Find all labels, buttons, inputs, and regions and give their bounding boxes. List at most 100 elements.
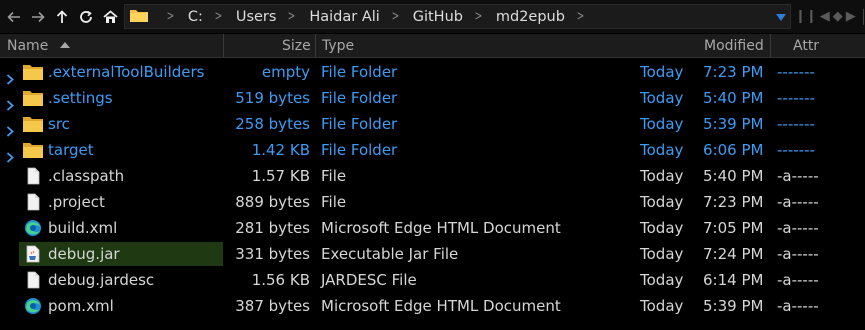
file-type: File Folder bbox=[321, 89, 398, 107]
modified-day: Today bbox=[640, 297, 684, 315]
file-row[interactable]: build.xml 281 bytes Microsoft Edge HTML Do… bbox=[0, 215, 865, 241]
breadcrumb-drive[interactable]: C: bbox=[188, 9, 203, 25]
folder-icon bbox=[22, 63, 44, 81]
folder-row[interactable]: .externalToolBuilders empty File Folder Tod… bbox=[0, 59, 865, 85]
folder-row[interactable]: src 258 bytes File Folder Today 5:39 PM -----… bbox=[0, 111, 865, 137]
view-controls: ❙❙ ◀ ◆ ▶ ❙❙ bbox=[795, 0, 865, 33]
file-row[interactable]: debug.jar 331 bytes Executable Jar File Tod… bbox=[0, 241, 865, 267]
file-attributes: -a----- bbox=[777, 219, 819, 237]
file-size: 387 bytes bbox=[235, 297, 310, 315]
modified-time: 5:40 PM bbox=[703, 167, 764, 185]
file-row[interactable]: debug.jardesc 1.56 KB JARDESC File Today 6:1… bbox=[0, 267, 865, 293]
file-name: pom.xml bbox=[48, 297, 114, 315]
file-name: .externalToolBuilders bbox=[48, 63, 205, 81]
pause-icon[interactable]: ❙❙ bbox=[795, 9, 817, 24]
file-size: 889 bytes bbox=[235, 193, 310, 211]
modified-day: Today bbox=[640, 63, 684, 81]
back-button[interactable] bbox=[2, 0, 26, 33]
folder-icon bbox=[22, 115, 44, 133]
file-size: 1.57 KB bbox=[251, 167, 310, 185]
refresh-button[interactable] bbox=[74, 0, 98, 33]
file-attributes: -a----- bbox=[777, 167, 819, 185]
modified-day: Today bbox=[640, 193, 684, 211]
folder-row[interactable]: .settings 519 bytes File Folder Today 5:40 P… bbox=[0, 85, 865, 111]
chevron-left-icon[interactable]: ◀ bbox=[820, 9, 830, 24]
file-type: Microsoft Edge HTML Document bbox=[321, 219, 561, 237]
file-name: .project bbox=[48, 193, 105, 211]
modified-time: 7:23 PM bbox=[703, 63, 764, 81]
column-header: Name Size Type Modified Attr bbox=[0, 34, 865, 58]
modified-day: Today bbox=[640, 89, 684, 107]
file-attributes: ------- bbox=[777, 63, 815, 81]
breadcrumb-md2epub[interactable]: md2epub bbox=[496, 9, 565, 25]
column-name[interactable]: Name bbox=[7, 34, 48, 58]
file-type: File Folder bbox=[321, 115, 398, 133]
file-size: 281 bytes bbox=[235, 219, 310, 237]
edge-icon bbox=[22, 219, 44, 237]
file-attributes: -a----- bbox=[777, 271, 819, 289]
file-row[interactable]: pom.xml 387 bytes Microsoft Edge HTML Docu… bbox=[0, 293, 865, 319]
address-dropdown-icon[interactable] bbox=[776, 14, 786, 21]
file-name: .classpath bbox=[48, 167, 125, 185]
chevron-right-icon: > bbox=[166, 9, 175, 24]
file-size: 331 bytes bbox=[235, 245, 310, 263]
column-attr[interactable]: Attr bbox=[793, 34, 819, 58]
address-bar[interactable]: > C: > Users > Haidar Ali > GitHub > md2… bbox=[124, 4, 791, 29]
modified-time: 7:23 PM bbox=[703, 193, 764, 211]
file-size: 1.56 KB bbox=[251, 271, 310, 289]
chevron-right-icon: > bbox=[391, 9, 400, 24]
modified-time: 7:24 PM bbox=[703, 245, 764, 263]
file-row[interactable]: .project 889 bytes File Today 7:23 PM -a----- bbox=[0, 189, 865, 215]
breadcrumb-user[interactable]: Haidar Ali bbox=[309, 9, 379, 25]
file-attributes: ------- bbox=[777, 89, 815, 107]
file-name: debug.jardesc bbox=[48, 271, 155, 289]
file-attributes: -a----- bbox=[777, 245, 819, 263]
chevron-right-icon: > bbox=[474, 9, 483, 24]
breadcrumb-github[interactable]: GitHub bbox=[413, 9, 463, 25]
modified-time: 6:14 PM bbox=[703, 271, 764, 289]
folder-icon bbox=[129, 7, 149, 27]
column-size[interactable]: Size bbox=[282, 34, 311, 58]
arrow-left-icon bbox=[7, 10, 21, 24]
chevron-right-icon[interactable]: ▶ bbox=[846, 9, 856, 24]
blank-file-icon bbox=[22, 271, 44, 289]
column-modified[interactable]: Modified bbox=[704, 34, 764, 58]
file-name: .settings bbox=[48, 89, 113, 107]
file-name: src bbox=[48, 115, 70, 133]
diamond-icon[interactable]: ◆ bbox=[833, 9, 843, 24]
file-type: JARDESC File bbox=[321, 271, 417, 289]
file-size: 1.42 KB bbox=[251, 141, 310, 159]
forward-button[interactable] bbox=[26, 0, 50, 33]
column-type[interactable]: Type bbox=[322, 34, 354, 58]
file-type: File bbox=[321, 193, 347, 211]
refresh-icon bbox=[79, 10, 93, 24]
breadcrumb-users[interactable]: Users bbox=[236, 9, 277, 25]
home-button[interactable] bbox=[98, 0, 122, 33]
modified-time: 5:39 PM bbox=[703, 297, 764, 315]
modified-time: 5:39 PM bbox=[703, 115, 764, 133]
jar-file-icon bbox=[22, 245, 44, 263]
folder-icon bbox=[22, 141, 44, 159]
file-type: Executable Jar File bbox=[321, 245, 459, 263]
file-type: Microsoft Edge HTML Document bbox=[321, 297, 561, 315]
file-list: .externalToolBuilders empty File Folder Tod… bbox=[0, 59, 865, 319]
folder-row[interactable]: target 1.42 KB File Folder Today 6:06 PM ----… bbox=[0, 137, 865, 163]
sort-ascending-icon bbox=[60, 42, 70, 48]
file-name: target bbox=[48, 141, 94, 159]
file-name: debug.jar bbox=[48, 245, 120, 263]
modified-day: Today bbox=[640, 271, 684, 289]
modified-day: Today bbox=[640, 167, 684, 185]
modified-time: 6:06 PM bbox=[703, 141, 764, 159]
modified-time: 5:40 PM bbox=[703, 89, 764, 107]
file-attributes: -a----- bbox=[777, 193, 819, 211]
up-button[interactable] bbox=[50, 0, 74, 33]
file-size: 519 bytes bbox=[235, 89, 310, 107]
file-row[interactable]: .classpath 1.57 KB File Today 5:40 PM -a----- bbox=[0, 163, 865, 189]
file-size: empty bbox=[261, 63, 310, 81]
file-type: File Folder bbox=[321, 63, 398, 81]
modified-time: 7:05 PM bbox=[703, 219, 764, 237]
edge-icon bbox=[22, 297, 44, 315]
chevron-right-icon: > bbox=[214, 9, 223, 24]
arrow-up-icon bbox=[55, 9, 69, 24]
chevron-right-icon: > bbox=[288, 9, 296, 24]
